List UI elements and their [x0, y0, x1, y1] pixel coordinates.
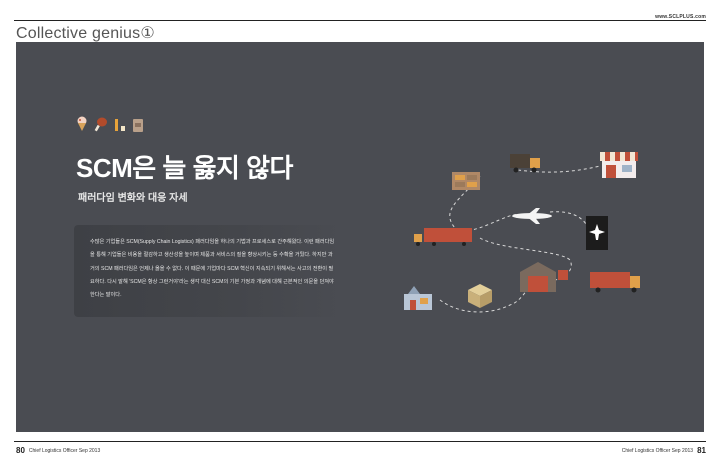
page-number-right: 81	[697, 446, 706, 455]
food-icons	[76, 116, 144, 132]
container-truck-icon	[414, 228, 472, 246]
headline: SCM은 늘 옳지 않다	[76, 153, 293, 183]
top-rule	[14, 20, 706, 21]
subhead: 패러다임 변화와 대응 자세	[78, 193, 188, 204]
route-path	[549, 211, 589, 229]
supply-chain-illustration	[404, 152, 640, 313]
footer-left: 80 Chief Logistics Officer Sep 2013	[16, 446, 100, 455]
truck-icon	[510, 154, 540, 173]
warehouse-icon	[520, 262, 568, 292]
bottle-icon	[115, 119, 125, 131]
section-title: Collective genius①	[16, 25, 155, 42]
bag-icon	[133, 119, 143, 132]
page-number-left: 80	[16, 446, 25, 455]
drumstick-icon	[94, 117, 107, 132]
store-icon	[600, 152, 638, 178]
footer-publication-left: Chief Logistics Officer Sep 2013	[28, 447, 101, 454]
airplane-icon	[512, 208, 552, 224]
factory-icon	[404, 286, 432, 310]
boxes-icon	[452, 172, 480, 190]
airport-sign-icon	[586, 216, 608, 250]
body-text: 수많은 기업들은 SCM(Supply Chain Logistics) 패러다…	[90, 239, 335, 299]
bottom-rule	[14, 441, 706, 442]
container-truck-icon	[590, 272, 640, 293]
footer-publication-right: Chief Logistics Officer Sep 2013	[621, 447, 694, 454]
box-icon	[468, 284, 492, 308]
ice-cream-icon	[77, 116, 87, 131]
footer-right: Chief Logistics Officer Sep 2013 81	[622, 446, 706, 455]
